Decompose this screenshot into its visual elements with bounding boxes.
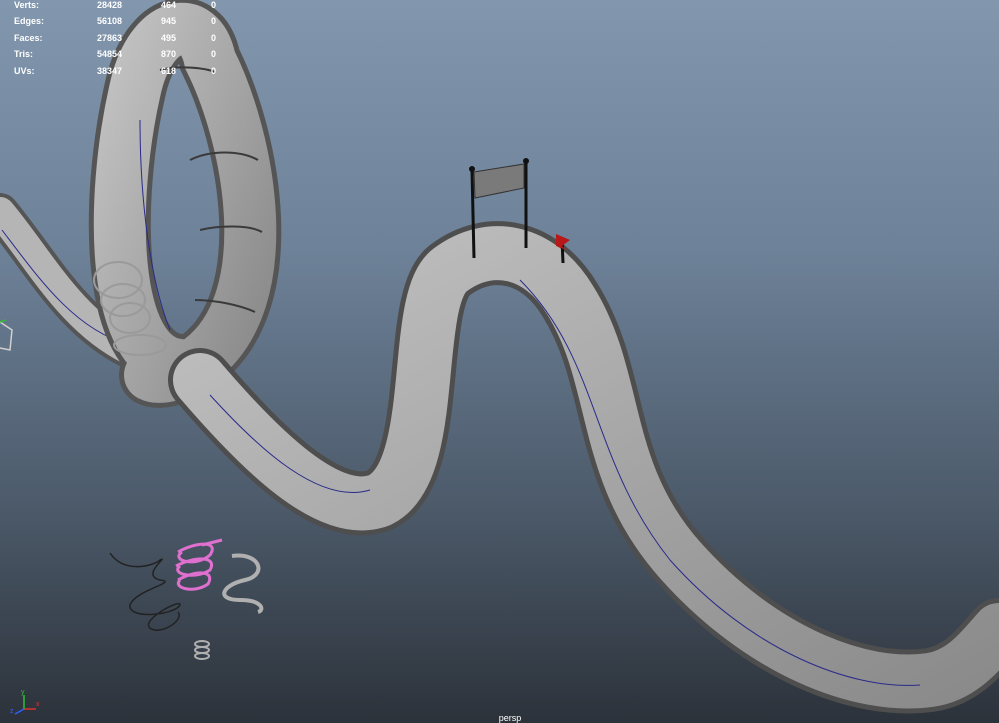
hud-components: 0 [210, 16, 216, 26]
hud-selected: 618 [160, 66, 176, 76]
hud-selected: 464 [160, 0, 176, 10]
hud-total: 56108 [96, 16, 122, 26]
hud-label: Edges: [14, 16, 45, 26]
hud-total: 28428 [96, 0, 122, 10]
axis-y-label: y [21, 689, 25, 696]
offscreen-object-marker[interactable] [0, 319, 13, 351]
camera-name-label: persp [498, 713, 522, 723]
axis-z-label: z [10, 708, 14, 715]
hud-label: Verts: [14, 0, 40, 10]
spring-coils[interactable] [109, 538, 264, 660]
hud-label: Faces: [14, 33, 43, 43]
scene-canvas[interactable] [0, 0, 999, 723]
hud-label: UVs: [14, 66, 35, 76]
hud-components: 0 [210, 66, 216, 76]
hud-selected: 945 [160, 16, 176, 26]
spring-small[interactable] [194, 640, 210, 660]
hud-components: 0 [210, 0, 216, 10]
hud-components: 0 [210, 33, 216, 43]
hud-total: 27863 [96, 33, 122, 43]
3d-viewport[interactable]: Verts: 28428 464 0 Edges: 56108 945 0 Fa… [0, 0, 999, 723]
slide-track[interactable] [0, 0, 999, 714]
axis-gizmo-icon: x y z [10, 689, 40, 715]
hud-selected: 870 [160, 49, 176, 59]
hud-total: 54854 [96, 49, 122, 59]
spring-dark[interactable] [109, 552, 181, 631]
spring-selected[interactable] [175, 538, 223, 591]
hud-total: 38347 [96, 66, 122, 76]
axis-x-label: x [36, 701, 40, 708]
spring-gray[interactable] [222, 553, 264, 614]
hud-components: 0 [210, 49, 216, 59]
hud-selected: 495 [160, 33, 176, 43]
heads-up-display: Verts: 28428 464 0 Edges: 56108 945 0 Fa… [0, 0, 230, 80]
hud-label: Tris: [14, 49, 34, 59]
